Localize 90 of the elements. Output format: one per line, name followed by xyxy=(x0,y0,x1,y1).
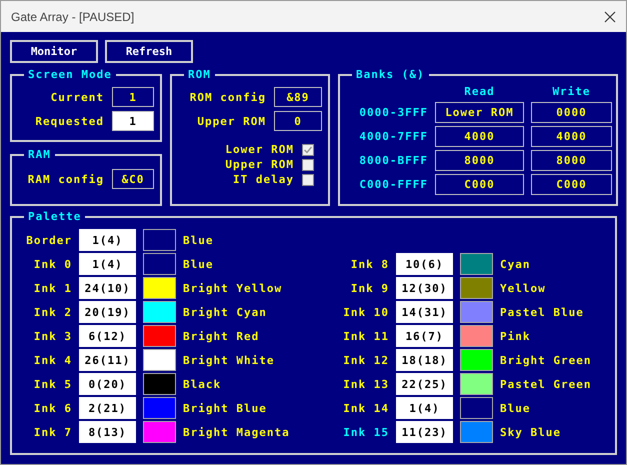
color-name: Bright Red xyxy=(183,330,260,342)
ink-label: Ink 10 xyxy=(343,306,389,318)
toolbar-button[interactable]: Monitor xyxy=(10,40,98,63)
value-field[interactable]: 0 xyxy=(274,111,322,131)
ink-label: Ink 15 xyxy=(343,426,389,438)
window-title: Gate Array - [PAUSED] xyxy=(11,10,134,24)
value-field[interactable]: 1 xyxy=(112,111,154,131)
ink-label: Ink 5 xyxy=(34,378,72,390)
value-field[interactable]: 1(4) xyxy=(396,397,453,419)
group-title: Palette xyxy=(27,210,82,223)
value-field[interactable]: 1(4) xyxy=(79,229,136,251)
value-field[interactable]: &89 xyxy=(274,87,322,107)
field-label: Current xyxy=(50,90,104,104)
color-name: Pastel Green xyxy=(500,378,592,390)
value-field[interactable]: 11(23) xyxy=(396,421,453,443)
column-header: Read xyxy=(464,85,495,99)
field-label: ROM config xyxy=(190,90,266,104)
checkbox[interactable] xyxy=(302,144,314,156)
color-name: Sky Blue xyxy=(500,426,562,438)
value-field[interactable]: 14(31) xyxy=(396,301,453,323)
group-title: Banks (&) xyxy=(355,68,426,81)
write-field[interactable]: 8000 xyxy=(531,150,612,171)
ink-label: Ink 12 xyxy=(343,354,389,366)
group-title: ROM xyxy=(187,68,212,81)
value-field[interactable]: 1 xyxy=(112,87,154,107)
ink-label: Ink 0 xyxy=(34,258,72,270)
color-name: Bright White xyxy=(183,354,276,366)
address-range: 0000-3FFF xyxy=(359,106,428,119)
ink-label: Ink 6 xyxy=(34,402,72,414)
value-field[interactable]: 16(7) xyxy=(396,325,453,347)
value-field[interactable]: &C0 xyxy=(112,169,154,189)
ink-label: Ink 7 xyxy=(34,426,72,438)
color-name: Bright Yellow xyxy=(183,282,284,294)
value-field[interactable]: 8(13) xyxy=(79,421,136,443)
value-field[interactable]: 26(11) xyxy=(79,349,136,371)
color-name: Bright Blue xyxy=(183,402,268,414)
read-field[interactable]: Lower ROM xyxy=(435,102,524,123)
ink-label: Ink 8 xyxy=(350,258,389,270)
field-label: Upper ROM xyxy=(197,114,266,128)
ink-label: Ink 11 xyxy=(343,330,389,342)
checkbox[interactable] xyxy=(302,174,314,186)
ink-label: Ink 9 xyxy=(350,282,389,294)
ink-label: Ink 14 xyxy=(343,402,389,414)
group-title: Screen Mode xyxy=(27,68,113,81)
toolbar-button[interactable]: Refresh xyxy=(105,40,193,63)
color-name: Blue xyxy=(500,402,532,414)
color-name: Black xyxy=(183,378,222,390)
read-field[interactable]: C000 xyxy=(435,174,524,195)
color-name: Bright Magenta xyxy=(183,426,291,438)
field-label: Requested xyxy=(35,114,104,128)
read-field[interactable]: 4000 xyxy=(435,126,524,147)
ink-label: Border xyxy=(26,234,72,246)
color-name: Blue xyxy=(183,258,214,270)
ink-label: Ink 13 xyxy=(343,378,389,390)
ink-label: Ink 4 xyxy=(34,354,72,366)
color-name: Yellow xyxy=(500,282,547,294)
checkbox[interactable] xyxy=(302,158,314,170)
read-field[interactable]: 8000 xyxy=(435,150,524,171)
group-title: RAM xyxy=(27,148,52,161)
color-name: Blue xyxy=(183,234,214,246)
value-field[interactable]: 1(4) xyxy=(79,253,136,275)
value-field[interactable]: 6(12) xyxy=(79,325,136,347)
ink-label: Ink 1 xyxy=(34,282,72,294)
close-icon[interactable] xyxy=(604,10,616,22)
color-name: Pastel Blue xyxy=(500,306,585,318)
checkbox-label: Upper ROM xyxy=(225,158,294,171)
color-name: Bright Cyan xyxy=(183,306,268,318)
value-field[interactable]: 24(10) xyxy=(79,277,136,299)
value-field[interactable]: 18(18) xyxy=(396,349,453,371)
value-field[interactable]: 12(30) xyxy=(396,277,453,299)
color-name: Bright Green xyxy=(500,354,592,366)
value-field[interactable]: 20(19) xyxy=(79,301,136,323)
field-label: RAM config xyxy=(28,172,104,186)
write-field[interactable]: C000 xyxy=(531,174,612,195)
color-name: Cyan xyxy=(500,258,532,270)
checkbox-label: IT delay xyxy=(233,173,294,186)
address-range: 8000-BFFF xyxy=(359,154,428,167)
checkbox-label: Lower ROM xyxy=(225,143,294,156)
value-field[interactable]: 22(25) xyxy=(396,373,453,395)
color-name: Pink xyxy=(500,330,532,342)
address-range: 4000-7FFF xyxy=(359,130,428,143)
ink-label: Ink 2 xyxy=(34,306,72,318)
value-field[interactable]: 10(6) xyxy=(396,253,453,275)
address-range: C000-FFFF xyxy=(359,178,428,191)
column-header: Write xyxy=(552,85,591,99)
value-field[interactable]: 0(20) xyxy=(79,373,136,395)
write-field[interactable]: 0000 xyxy=(531,102,612,123)
ink-label: Ink 3 xyxy=(34,330,72,342)
value-field[interactable]: 2(21) xyxy=(79,397,136,419)
write-field[interactable]: 4000 xyxy=(531,126,612,147)
